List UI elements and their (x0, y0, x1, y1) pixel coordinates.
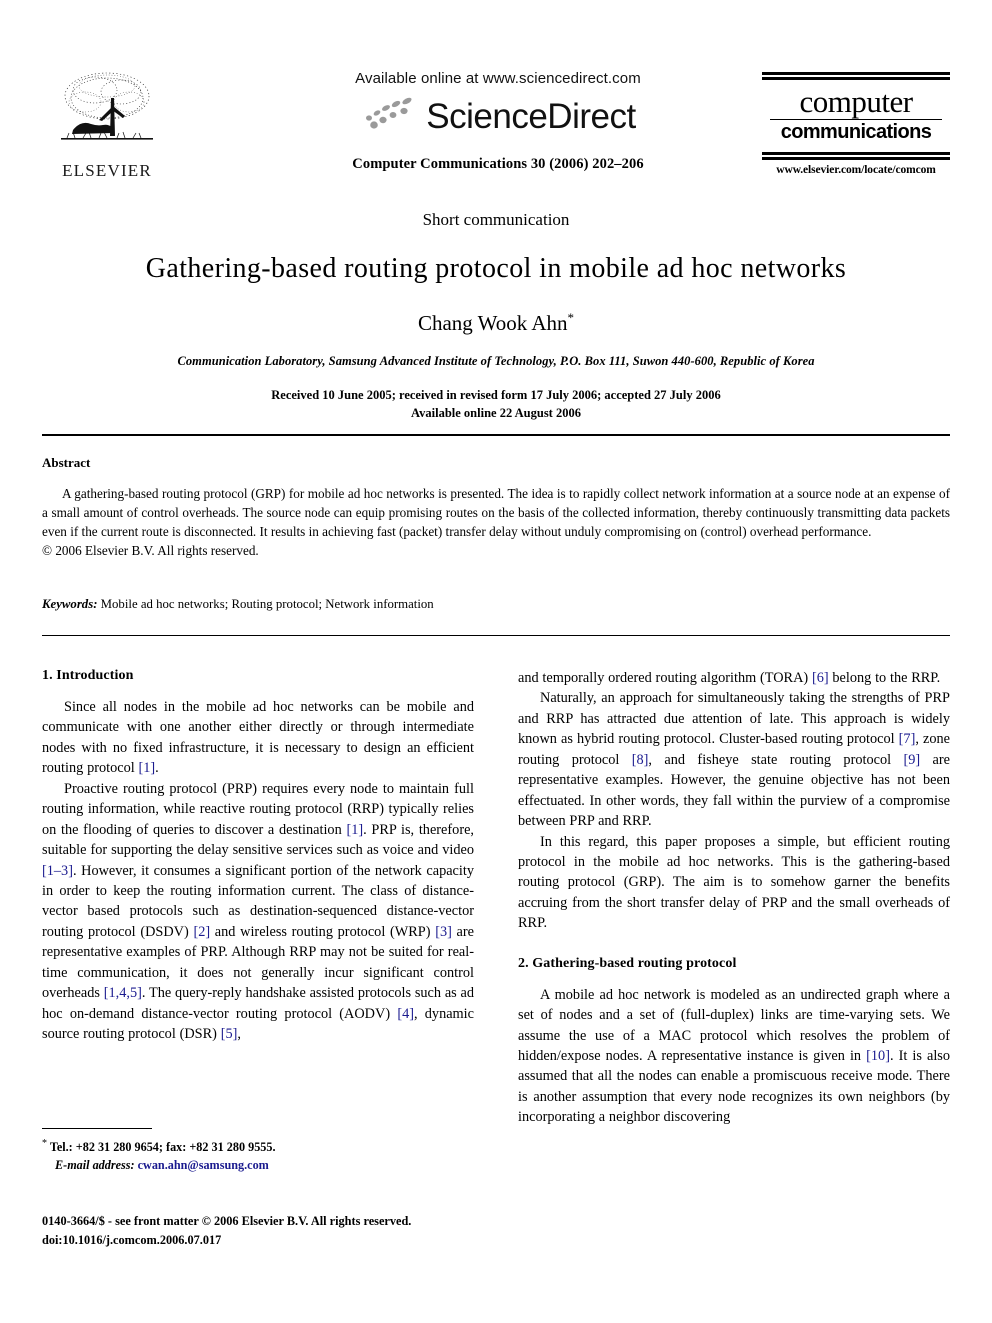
citation-ref[interactable]: [1,4,5] (104, 985, 142, 1001)
paragraph-right-4: A mobile ad hoc network is modeled as an… (518, 985, 950, 1128)
journal-reference: Computer Communications 30 (2006) 202–20… (352, 156, 644, 172)
abstract-heading: Abstract (42, 455, 91, 470)
footnote-rule (42, 1128, 152, 1129)
email-label: E-mail address: (55, 1158, 135, 1173)
doi-line[interactable]: doi:10.1016/j.comcom.2006.07.017 (42, 1231, 542, 1250)
abstract-copyright: © 2006 Elsevier B.V. All rights reserved… (42, 543, 259, 558)
footnote-marker: * (42, 1138, 47, 1149)
elsevier-logo: ELSEVIER (48, 68, 166, 181)
citation-ref[interactable]: [2] (193, 924, 210, 940)
sciencedirect-block: Available online at www.sciencedirect.co… (278, 70, 718, 173)
paragraph-left-1: Since all nodes in the mobile ad hoc net… (42, 697, 474, 779)
abstract-top-rule (42, 434, 950, 436)
text-run: and temporally ordered routing algorithm… (518, 670, 812, 686)
email-address-link[interactable]: cwan.ahn@samsung.com (138, 1158, 269, 1172)
sciencedirect-logo-row: ScienceDirect (278, 94, 718, 138)
received-line: Received 10 June 2005; received in revis… (271, 387, 721, 402)
text-run: Since all nodes in the mobile ad hoc net… (42, 699, 474, 777)
section-heading-gathering-based-routing-protocol: 2. Gathering-based routing protocol (518, 955, 737, 971)
elsevier-tree-svg (61, 72, 153, 140)
keywords-value: Mobile ad hoc networks; Routing protocol… (100, 597, 434, 611)
citation-ref[interactable]: [9] (903, 752, 920, 768)
text-run: , and fisheye state routing protocol (648, 751, 904, 768)
available-online-text: Available online at www.sciencedirect.co… (355, 70, 641, 87)
publication-dates: Received 10 June 2005; received in revis… (42, 386, 950, 422)
author-footnote: * Tel.: +82 31 280 9654; fax: +82 31 280… (42, 1128, 342, 1175)
available-online-line: Available online 22 August 2006 (411, 405, 581, 420)
body-columns: 1. Introduction Since all nodes in the m… (42, 668, 950, 1125)
keywords: Keywords: Mobile ad hoc networks; Routin… (42, 597, 950, 612)
affiliation: Communication Laboratory, Samsung Advanc… (177, 353, 815, 368)
paragraph-right-1: and temporally ordered routing algorithm… (518, 668, 950, 688)
abstract-body: A gathering-based routing protocol (GRP)… (42, 486, 950, 539)
journal-logo: computer communications www.elsevier.com… (762, 72, 950, 176)
paragraph-left-2: Proactive routing protocol (PRP) require… (42, 779, 474, 1045)
text-run: . (155, 760, 159, 777)
text-run: , (237, 1026, 241, 1042)
footnote-contact: * Tel.: +82 31 280 9654; fax: +82 31 280… (42, 1136, 342, 1156)
author-footnote-marker[interactable]: * (568, 310, 575, 325)
author-name: Chang Wook Ahn (417, 310, 568, 335)
journal-logo-rule-bottom (762, 152, 950, 155)
footnote-tel-fax: Tel.: +82 31 280 9654; fax: +82 31 280 9… (49, 1140, 276, 1155)
page-title: Gathering-based routing protocol in mobi… (145, 253, 847, 284)
elsevier-wordmark: ELSEVIER (62, 161, 152, 180)
swoosh-svg (366, 97, 412, 129)
sciencedirect-wordmark: ScienceDirect (426, 96, 636, 136)
citation-ref[interactable]: [3] (435, 924, 452, 940)
author-line: Chang Wook Ahn* (42, 310, 950, 336)
title-block: Short communication Gathering-based rout… (42, 210, 950, 422)
keywords-label: Keywords: (42, 597, 98, 611)
elsevier-tree-logo (55, 68, 159, 160)
journal-logo-rule-bottom2 (762, 157, 950, 160)
citation-ref[interactable]: [6] (812, 670, 829, 686)
paragraph-right-3: In this regard, this paper proposes a si… (518, 833, 950, 932)
journal-logo-rule-top (762, 72, 950, 75)
paper-page: ELSEVIER Available online at www.science… (0, 0, 992, 1323)
text-run: belong to the RRP. (828, 670, 941, 686)
footnote-email-line: E-mail address: cwan.ahn@samsung.com (42, 1156, 342, 1174)
citation-ref[interactable]: [7] (899, 731, 916, 747)
journal-url[interactable]: www.elsevier.com/locate/comcom (762, 164, 950, 176)
article-type: Short communication (422, 210, 570, 229)
citation-ref[interactable]: [8] (632, 752, 649, 768)
paragraph-right-2: Naturally, an approach for simultaneousl… (518, 688, 950, 831)
front-matter-line: 0140-3664/$ - see front matter © 2006 El… (42, 1214, 412, 1228)
journal-logo-line2: communications (780, 121, 932, 143)
column-left: 1. Introduction Since all nodes in the m… (42, 668, 474, 1044)
masthead: ELSEVIER Available online at www.science… (42, 60, 950, 200)
journal-logo-mid-rule (770, 119, 942, 120)
sciencedirect-swoosh-icon (360, 94, 420, 138)
citation-ref[interactable]: [1] (139, 760, 156, 776)
text-run: Naturally, an approach for simultaneousl… (518, 690, 950, 748)
citation-ref[interactable]: [1–3] (42, 863, 73, 879)
section-heading-introduction: 1. Introduction (42, 668, 134, 683)
column-right: and temporally ordered routing algorithm… (518, 668, 950, 1128)
citation-ref[interactable]: [1] (346, 822, 363, 838)
abstract-section: Abstract A gathering-based routing proto… (42, 455, 950, 560)
text-run: and wireless routing protocol (WRP) (210, 923, 436, 940)
journal-logo-rule-top2 (762, 77, 950, 80)
citation-ref[interactable]: [10] (866, 1048, 890, 1064)
citation-ref[interactable]: [4] (397, 1006, 414, 1022)
journal-logo-line1: computer (799, 84, 913, 119)
keywords-bottom-rule (42, 635, 950, 636)
citation-ref[interactable]: [5] (221, 1026, 238, 1042)
page-footer: 0140-3664/$ - see front matter © 2006 El… (42, 1212, 542, 1250)
